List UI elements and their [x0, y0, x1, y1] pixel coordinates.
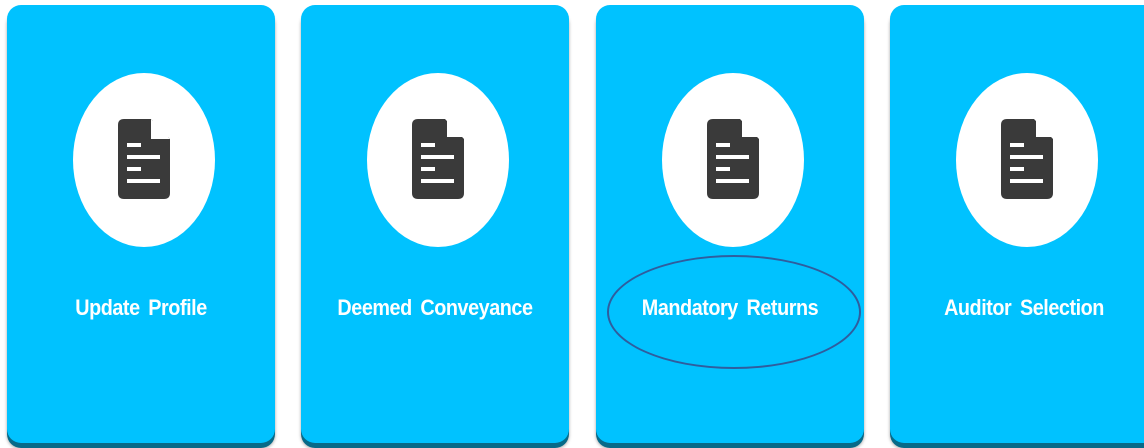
tile-update-profile[interactable]: Update Profile: [7, 5, 275, 443]
icon-circle: [956, 73, 1098, 247]
document-icon: [1001, 119, 1053, 199]
icon-circle: [73, 73, 215, 247]
tile-mandatory-returns[interactable]: Mandatory Returns: [596, 5, 864, 443]
document-icon: [707, 119, 759, 199]
tile-label: Update Profile: [75, 295, 207, 320]
document-icon: [412, 119, 464, 199]
tile-label: Mandatory Returns: [641, 295, 819, 320]
document-icon: [118, 119, 170, 199]
tile-label: Deemed Conveyance: [337, 295, 533, 320]
icon-circle: [662, 73, 804, 247]
icon-circle: [367, 73, 509, 247]
dashboard-tiles: Update Profile Deemed Conveyance Mandato…: [0, 0, 1144, 448]
tile-auditor-selection[interactable]: Auditor Selection: [890, 5, 1144, 443]
tile-deemed-conveyance[interactable]: Deemed Conveyance: [301, 5, 569, 443]
tile-label: Auditor Selection: [944, 295, 1104, 320]
